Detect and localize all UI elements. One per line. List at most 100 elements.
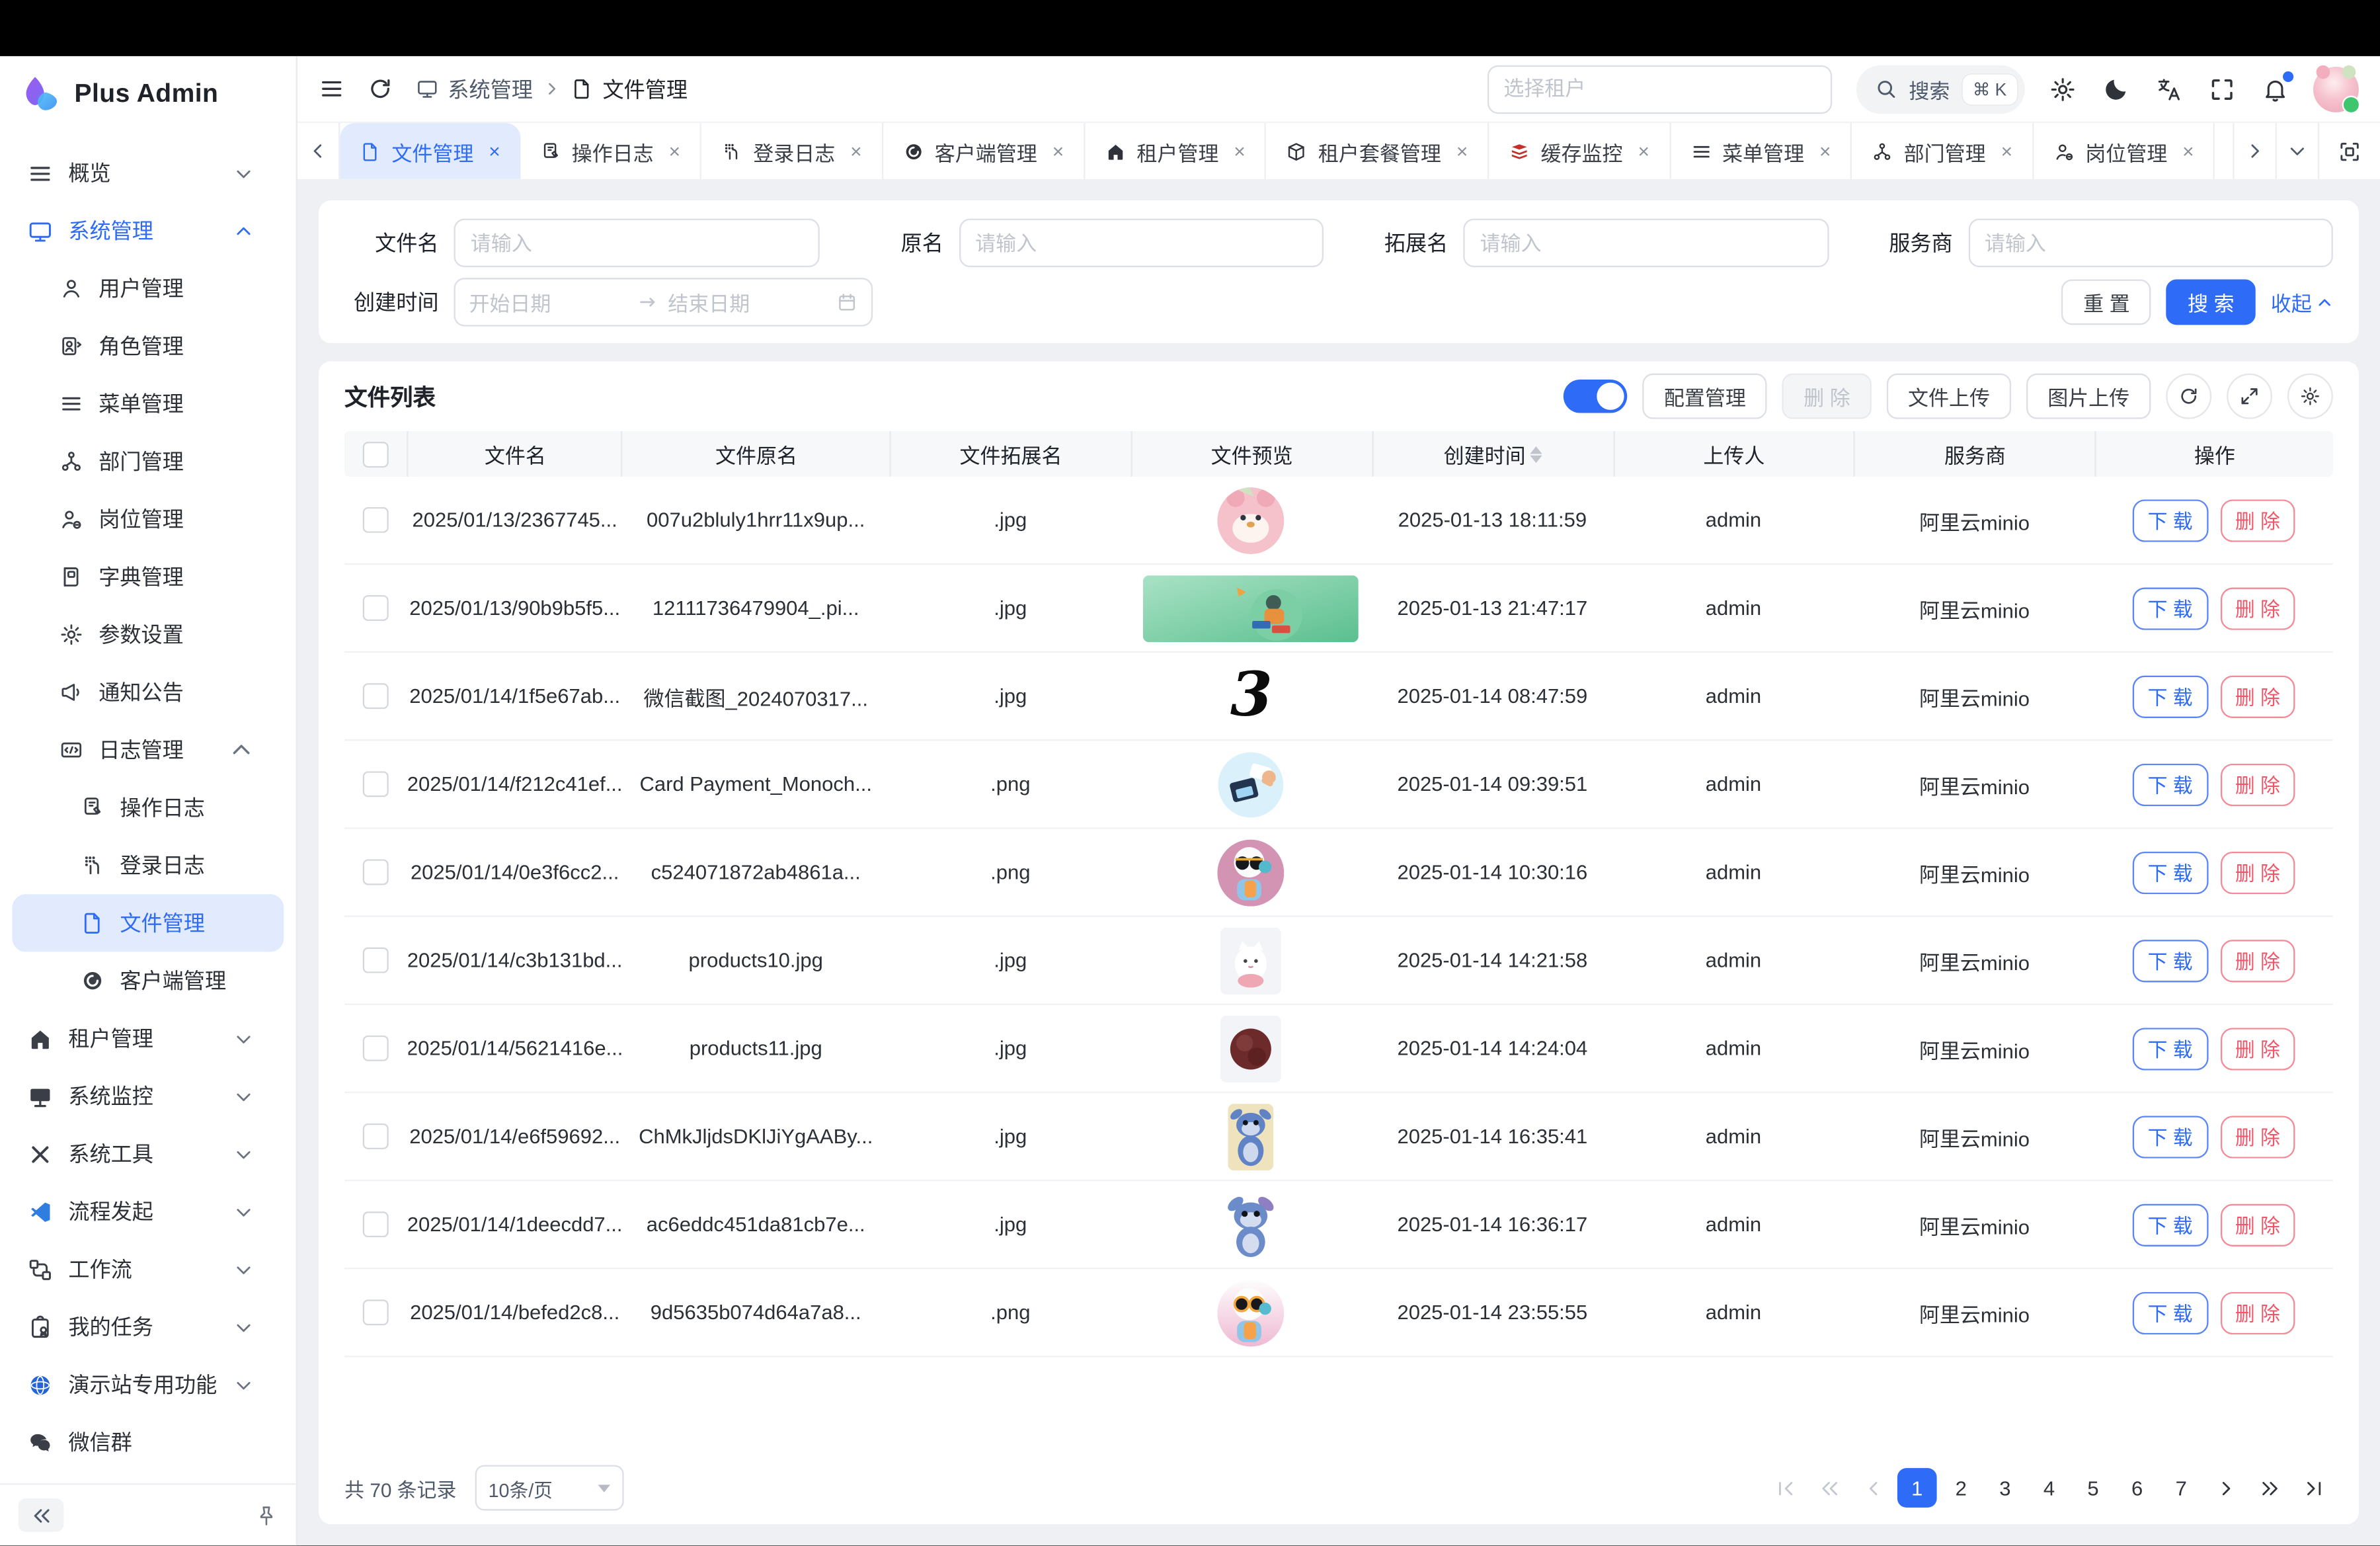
jump-forward-button[interactable]	[2250, 1469, 2289, 1508]
preview-image-stitch-white[interactable]	[1218, 1192, 1285, 1258]
refresh-icon[interactable]	[368, 77, 393, 102]
close-icon[interactable]: ×	[1638, 142, 1649, 161]
preview-image-stitch-beige[interactable]	[1228, 1104, 1274, 1170]
search-button[interactable]: 搜 索	[2166, 280, 2256, 325]
column-header[interactable]: 文件预览	[1132, 432, 1373, 477]
tab-登录日志[interactable]: 登录日志×	[701, 124, 883, 180]
table-fullscreen-button[interactable]	[2227, 374, 2272, 420]
file-upload-button[interactable]: 文件上传	[1887, 374, 2011, 420]
sidebar-item-post[interactable]: 岗位管理	[12, 491, 284, 548]
page-3-button[interactable]: 3	[1985, 1469, 2025, 1508]
tab-菜单管理[interactable]: 菜单管理×	[1671, 124, 1852, 180]
file-name-input[interactable]	[454, 220, 818, 268]
page-2-button[interactable]: 2	[1941, 1469, 1981, 1508]
download-button[interactable]: 下 载	[2133, 764, 2208, 806]
sort-icon[interactable]	[1530, 446, 1542, 463]
delete-row-button[interactable]: 删 除	[2220, 1203, 2295, 1246]
refresh-table-button[interactable]	[2166, 374, 2211, 420]
prev-page-button[interactable]	[1853, 1469, 1893, 1508]
row-checkbox[interactable]	[364, 1036, 389, 1062]
delete-row-button[interactable]: 删 除	[2220, 587, 2295, 630]
sidebar-item-demo[interactable]: 演示站专用功能	[12, 1356, 284, 1414]
gear-icon[interactable]	[2049, 76, 2076, 103]
sidebar-item-loginlog[interactable]: 登录日志	[12, 837, 284, 895]
tab-部门管理[interactable]: 部门管理×	[1852, 124, 2034, 180]
preview-image-calligraphy-3[interactable]: 3	[1218, 663, 1285, 730]
preview-image-green-banner[interactable]	[1144, 575, 1359, 642]
download-button[interactable]: 下 载	[2133, 1028, 2208, 1070]
close-icon[interactable]: ×	[669, 142, 680, 161]
row-checkbox[interactable]	[364, 860, 389, 885]
column-header[interactable]: 上传人	[1614, 432, 1856, 477]
tab-缓存监控[interactable]: 缓存监控×	[1489, 124, 1671, 180]
original-name-input[interactable]	[959, 220, 1324, 268]
delete-row-button[interactable]: 删 除	[2220, 1028, 2295, 1070]
collapse-filters-link[interactable]: 收起	[2271, 288, 2333, 318]
sidebar-item-tasks[interactable]: 我的任务	[12, 1299, 284, 1356]
delete-button[interactable]: 删 除	[1782, 374, 1872, 420]
first-page-button[interactable]	[1765, 1469, 1805, 1508]
close-icon[interactable]: ×	[850, 142, 861, 161]
download-button[interactable]: 下 载	[2133, 499, 2208, 542]
close-icon[interactable]: ×	[1052, 142, 1064, 161]
preview-image-pink-character[interactable]	[1218, 487, 1285, 554]
download-button[interactable]: 下 载	[2133, 852, 2208, 894]
page-6-button[interactable]: 6	[2118, 1469, 2157, 1508]
download-button[interactable]: 下 载	[2133, 1116, 2208, 1158]
close-icon[interactable]: ×	[2182, 142, 2194, 161]
column-header[interactable]: 文件原名	[623, 432, 891, 477]
date-range-input[interactable]: 开始日期 结束日期	[454, 278, 873, 327]
breadcrumb-item-files[interactable]: 文件管理	[571, 74, 688, 104]
column-header[interactable]: 创建时间	[1373, 432, 1614, 477]
delete-row-button[interactable]: 删 除	[2220, 1292, 2295, 1334]
last-page-button[interactable]	[2293, 1469, 2333, 1508]
preview-image-robot-sunglasses[interactable]	[1218, 839, 1285, 906]
page-5-button[interactable]: 5	[2073, 1469, 2113, 1508]
tenant-select-input[interactable]	[1487, 65, 1831, 113]
tab-租户管理[interactable]: 租户管理×	[1085, 124, 1267, 180]
tab-文件管理[interactable]: 文件管理×	[340, 124, 520, 180]
sidebar-item-workflow[interactable]: 工作流	[12, 1241, 284, 1299]
row-checkbox[interactable]	[364, 772, 389, 797]
config-manage-button[interactable]: 配置管理	[1643, 374, 1767, 420]
sidebar-item-home[interactable]: 租户管理	[12, 1010, 284, 1068]
global-search-button[interactable]: 搜索 ⌘ K	[1856, 65, 2025, 113]
page-size-select[interactable]: 10条/页	[475, 1465, 623, 1511]
preview-image-dark-red-ball[interactable]	[1221, 1016, 1282, 1082]
delete-row-button[interactable]: 删 除	[2220, 764, 2295, 806]
sidebar-item-gear[interactable]: 参数设置	[12, 606, 284, 664]
column-header[interactable]: 服务商	[1855, 432, 2096, 477]
sidebar-item-menu[interactable]: 菜单管理	[12, 376, 284, 433]
close-icon[interactable]: ×	[489, 142, 500, 161]
preview-image-cat-figurine[interactable]	[1221, 928, 1282, 995]
preview-image-robot-orange-sunglasses[interactable]	[1218, 1280, 1285, 1346]
user-avatar[interactable]	[2313, 67, 2359, 112]
row-checkbox[interactable]	[364, 948, 389, 974]
moon-icon[interactable]	[2102, 76, 2129, 103]
page-1-button[interactable]: 1	[1897, 1469, 1937, 1508]
sidebar-item-client[interactable]: 客户端管理	[12, 952, 284, 1010]
download-button[interactable]: 下 载	[2133, 587, 2208, 630]
download-button[interactable]: 下 载	[2133, 675, 2208, 717]
sidebar-item-dept[interactable]: 部门管理	[12, 433, 284, 491]
sidebar-collapse-button[interactable]	[19, 1499, 64, 1533]
tabs-scroll-right-button[interactable]	[2233, 124, 2275, 180]
delete-row-button[interactable]: 删 除	[2220, 852, 2295, 894]
tab-客户端管理[interactable]: 客户端管理×	[883, 124, 1086, 180]
reset-button[interactable]: 重 置	[2062, 280, 2151, 325]
extension-input[interactable]	[1463, 220, 1828, 268]
close-icon[interactable]: ×	[1456, 142, 1468, 161]
fullscreen-icon[interactable]	[2209, 76, 2236, 103]
tab-租户套餐管理[interactable]: 租户套餐管理×	[1267, 124, 1489, 180]
translate-icon[interactable]	[2155, 76, 2182, 103]
column-header[interactable]: 文件名	[409, 432, 623, 477]
pin-icon[interactable]	[255, 1504, 278, 1527]
sidebar-item-notice[interactable]: 通知公告	[12, 664, 284, 721]
preview-image-card-payment[interactable]	[1218, 751, 1285, 818]
row-checkbox[interactable]	[364, 1212, 389, 1238]
delete-row-button[interactable]: 删 除	[2220, 675, 2295, 717]
tabs-dropdown-button[interactable]	[2276, 124, 2318, 180]
bell-icon[interactable]	[2262, 76, 2289, 103]
page-4-button[interactable]: 4	[2030, 1469, 2069, 1508]
tab-岗位管理[interactable]: 岗位管理×	[2034, 124, 2215, 180]
